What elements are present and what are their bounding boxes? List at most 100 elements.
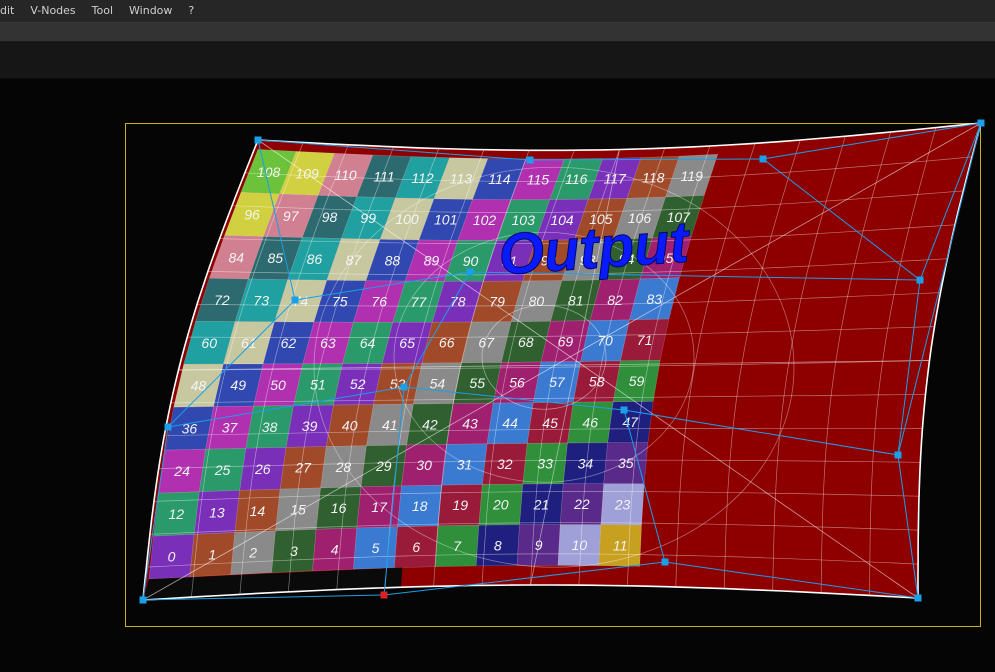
- tile-number: 32: [497, 456, 513, 472]
- tile-number: 31: [457, 457, 473, 473]
- menu-edit[interactable]: dit: [0, 0, 20, 22]
- tile-number: 47: [623, 414, 640, 430]
- tile-number: 109: [295, 166, 319, 182]
- tile-number: 112: [411, 170, 434, 186]
- tile-number: 56: [509, 375, 525, 391]
- tile-number: 79: [489, 294, 505, 310]
- tile-number: 6: [412, 539, 420, 555]
- tile-number: 54: [430, 375, 446, 391]
- tile-number: 80: [529, 293, 545, 309]
- tile-number: 85: [268, 250, 284, 266]
- warp-viewport[interactable]: 108 109 110 111 112 113 114 115 116 117 118 119 96 97…: [0, 79, 995, 672]
- tile-number: 118: [642, 169, 665, 185]
- tile-number: 11: [613, 537, 628, 553]
- tile-number: 10: [572, 537, 588, 553]
- tile-number: 30: [416, 457, 432, 473]
- tile-number: 38: [262, 419, 278, 435]
- control-point-handle[interactable]: [914, 594, 922, 602]
- tile-number: 102: [473, 212, 497, 228]
- control-point-handle[interactable]: [291, 296, 299, 304]
- tile-number: 113: [450, 171, 473, 187]
- control-point-handle[interactable]: [759, 155, 767, 163]
- tile-number: 76: [371, 294, 387, 310]
- menu-bar: dit V-Nodes Tool Window ?: [0, 0, 995, 23]
- tile-number: 34: [578, 455, 594, 471]
- tile-number: 44: [502, 415, 518, 431]
- control-point-handle[interactable]: [894, 451, 902, 459]
- menu-tool[interactable]: Tool: [86, 0, 119, 22]
- tile-number: 25: [214, 462, 231, 478]
- properties-panel: [0, 42, 995, 79]
- menu-v-nodes[interactable]: V-Nodes: [24, 0, 81, 22]
- control-point-handle[interactable]: [254, 136, 262, 144]
- tile-number: 2: [248, 545, 257, 561]
- tile-number: 84: [229, 249, 245, 265]
- tile-number: 51: [310, 377, 326, 393]
- tile-number: 0: [168, 549, 176, 565]
- tile-number: 35: [618, 455, 634, 471]
- tile-number: 13: [209, 504, 225, 520]
- toolbar: [0, 23, 995, 42]
- control-point-handle[interactable]: [526, 156, 534, 164]
- tile-number: 17: [371, 499, 388, 515]
- tile-number: 83: [647, 291, 663, 307]
- tile-number: 114: [488, 171, 511, 187]
- tile-number: 49: [230, 377, 246, 393]
- tile-number: 110: [334, 167, 357, 183]
- tile-number: 41: [382, 417, 398, 433]
- tile-number: 37: [222, 420, 239, 436]
- tile-number: 27: [294, 460, 312, 476]
- tile-number: 73: [253, 293, 269, 309]
- tile-number: 8: [494, 537, 502, 553]
- control-point-handle[interactable]: [139, 596, 147, 604]
- control-point-handle[interactable]: [380, 591, 388, 599]
- tile-number: 46: [582, 415, 598, 431]
- menu-help[interactable]: ?: [182, 0, 200, 22]
- control-point-handle[interactable]: [164, 423, 172, 431]
- tile-number: 72: [214, 292, 230, 308]
- tile-number: 43: [462, 416, 478, 432]
- menu-window[interactable]: Window: [123, 0, 178, 22]
- tile-number: 23: [614, 496, 631, 512]
- tile-number: 12: [169, 506, 185, 522]
- tile-number: 19: [452, 497, 468, 513]
- tile-number: 115: [527, 171, 550, 187]
- tile-number: 87: [346, 252, 363, 268]
- tile-number: 100: [395, 211, 419, 227]
- tile-number: 24: [173, 463, 190, 479]
- tile-number: 29: [375, 458, 392, 474]
- warp-canvas[interactable]: 108 109 110 111 112 113 114 115 116 117 118 11996 97…: [0, 79, 995, 672]
- tile-number: 39: [302, 418, 318, 434]
- tile-number: 97: [283, 208, 300, 224]
- tile-number: 26: [254, 461, 271, 477]
- tile-number: 88: [385, 252, 401, 268]
- tile-number: 52: [350, 376, 366, 392]
- control-point-handle[interactable]: [916, 276, 924, 284]
- control-point-handle[interactable]: [977, 119, 985, 127]
- tile-number: 101: [434, 212, 457, 228]
- control-point-handle[interactable]: [620, 406, 628, 414]
- output-label: Output: [497, 209, 694, 287]
- tile-number: 59: [629, 373, 645, 389]
- tile-number: 45: [542, 415, 558, 431]
- tile-number: 20: [492, 497, 509, 513]
- tile-number: 108: [257, 164, 281, 180]
- tile-number: 4: [331, 541, 339, 557]
- tile-number: 98: [322, 209, 338, 225]
- control-point-handle[interactable]: [466, 268, 474, 276]
- tile-number: 90: [463, 253, 479, 269]
- tile-number: 18: [412, 498, 428, 514]
- tile-number: 40: [342, 418, 358, 434]
- tile-number: 96: [244, 207, 260, 223]
- control-point-handle[interactable]: [661, 558, 669, 566]
- tile-number: 42: [422, 416, 438, 432]
- tile-number: 14: [250, 503, 266, 519]
- tile-number: 57: [549, 374, 566, 390]
- control-point-handle[interactable]: [400, 383, 408, 391]
- tile-number: 116: [565, 171, 588, 187]
- tile-number: 55: [469, 375, 485, 391]
- tile-number: 50: [270, 377, 286, 393]
- tile-number: 22: [573, 496, 590, 512]
- tile-number: 5: [372, 540, 380, 556]
- tile-number: 86: [307, 251, 323, 267]
